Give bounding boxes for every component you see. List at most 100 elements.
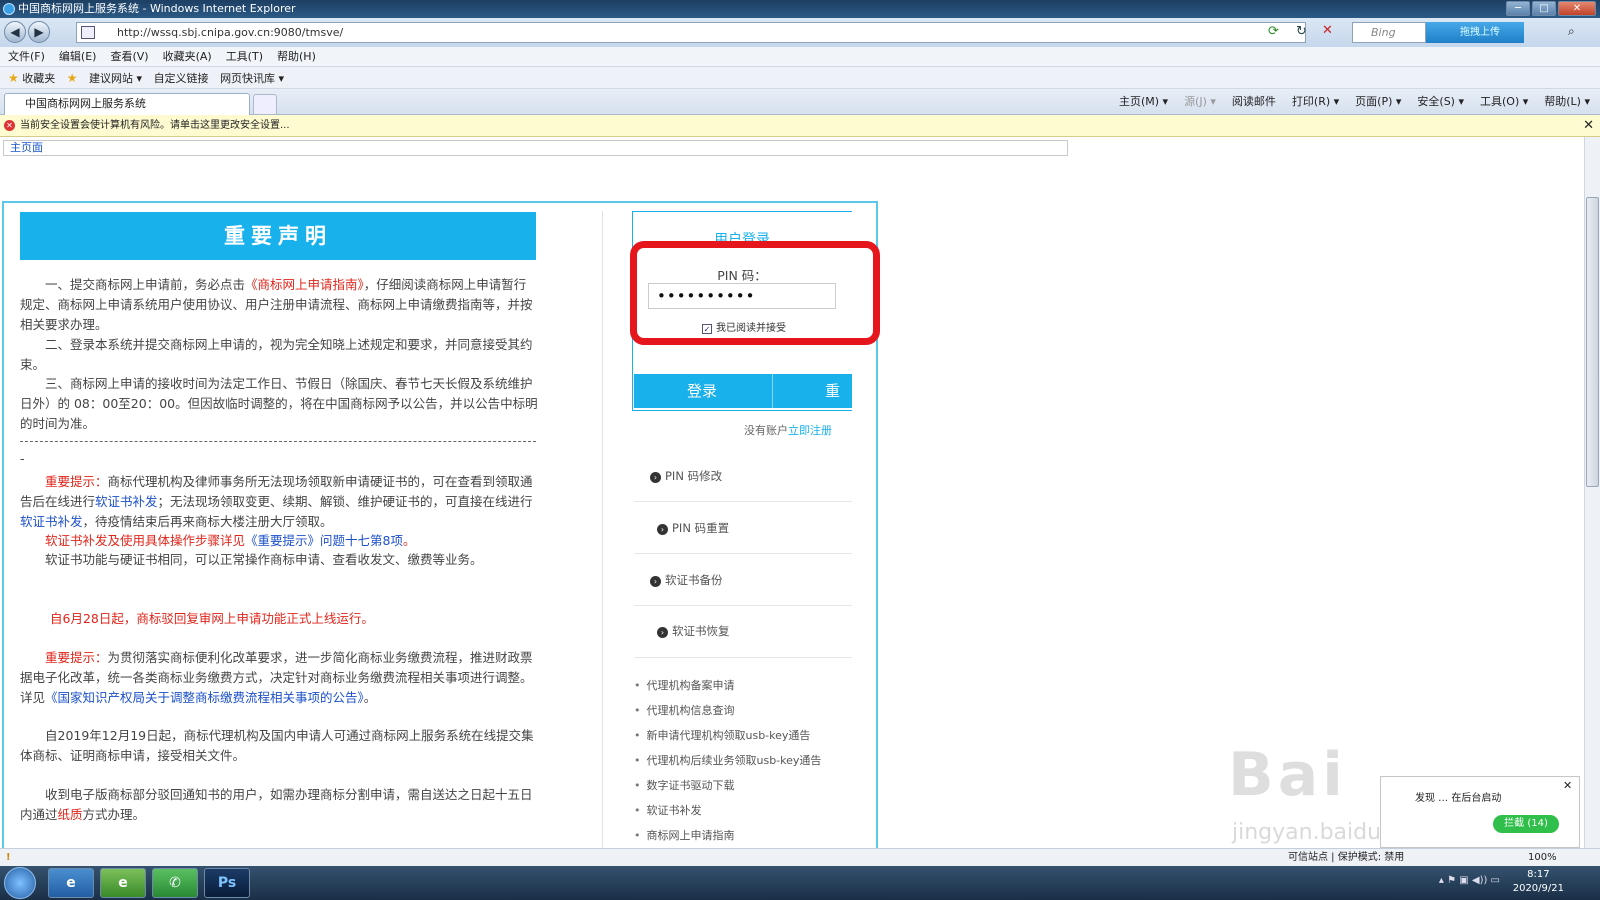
add-favorite-icon[interactable]: ★ bbox=[67, 67, 78, 90]
soft-cert-link-1[interactable]: 软证书补发 bbox=[95, 494, 158, 509]
soft-cert-backup-link[interactable]: › 软证书备份 bbox=[650, 572, 723, 588]
zoom-level[interactable]: 100% bbox=[1528, 849, 1557, 866]
menu-view[interactable]: 查看(V) bbox=[110, 47, 148, 66]
upload-button[interactable]: 拖拽上传 bbox=[1426, 22, 1524, 43]
checkbox-checked-icon: ✓ bbox=[702, 324, 712, 334]
new-tab-button[interactable] bbox=[253, 94, 277, 115]
clock-date: 2020/9/21 bbox=[1512, 883, 1564, 894]
link-cert-driver[interactable]: 数字证书驱动下载 bbox=[634, 777, 735, 793]
register-link[interactable]: 立即注册 bbox=[788, 424, 832, 437]
compat-icon[interactable]: ⟳ bbox=[1268, 24, 1279, 39]
browser-taskbar-icon[interactable]: e bbox=[100, 868, 146, 898]
window-title: 中国商标网网上服务系统 - Windows Internet Explorer bbox=[18, 2, 296, 15]
window-controls: ─ □ ✕ bbox=[1506, 1, 1596, 16]
stop-icon[interactable]: ✕ bbox=[1322, 23, 1333, 38]
menu-edit[interactable]: 编辑(E) bbox=[59, 47, 97, 66]
pin-input[interactable]: •••••••••• bbox=[648, 283, 836, 309]
favorites-button[interactable]: ★ 收藏夹 bbox=[8, 67, 55, 90]
search-input[interactable]: Bing bbox=[1352, 22, 1426, 43]
separator bbox=[634, 605, 852, 606]
tab-trademark[interactable]: 中国商标网网上服务系统 bbox=[4, 93, 250, 115]
system-tray[interactable]: ▴ ⚑ ▣ ◀)) ▭ bbox=[1439, 875, 1500, 886]
maximize-button[interactable]: □ bbox=[1532, 1, 1556, 16]
photoshop-taskbar-icon[interactable]: Ps bbox=[204, 868, 250, 898]
cmd-page[interactable]: 页面(P) ▾ bbox=[1355, 93, 1401, 111]
menu-file[interactable]: 文件(F) bbox=[8, 47, 45, 66]
cmd-mail[interactable]: 阅读邮件 bbox=[1232, 93, 1276, 111]
menu-favorites[interactable]: 收藏夹(A) bbox=[163, 47, 212, 66]
separator bbox=[634, 553, 852, 554]
fav-web-slice[interactable]: 网页快讯库 ▾ bbox=[220, 68, 284, 90]
link-soft-cert-reissue[interactable]: 软证书补发 bbox=[634, 802, 702, 818]
fav-suggested-sites[interactable]: 建议网站 ▾ bbox=[89, 68, 142, 90]
agree-checkbox[interactable]: ✓ 我已阅读并接受 bbox=[702, 319, 786, 334]
cmd-print[interactable]: 打印(R) ▾ bbox=[1292, 93, 1339, 111]
pin-label: PIN 码： bbox=[717, 268, 767, 283]
ie-taskbar-icon[interactable]: e bbox=[48, 868, 94, 898]
wechat-taskbar-icon[interactable]: ✆ bbox=[152, 868, 198, 898]
infobar-text: 当前安全设置会使计算机有风险。请单击这里更改安全设置... bbox=[20, 120, 290, 131]
minimize-button[interactable]: ─ bbox=[1506, 1, 1530, 16]
pin-change-link[interactable]: › PIN 码修改 bbox=[650, 468, 722, 484]
menu-help[interactable]: 帮助(H) bbox=[277, 47, 316, 66]
popup-text: 发现 … 在后台启动 bbox=[1415, 793, 1502, 804]
notice-para-5: 收到电子版商标部分驳回通知书的用户，如需办理商标分割申请，需自送达之日起十五日内… bbox=[20, 787, 533, 822]
fav-custom-links[interactable]: 自定义链接 bbox=[154, 68, 209, 90]
security-zone[interactable]: 可信站点 | 保护模式: 禁用 bbox=[1288, 849, 1404, 866]
status-warning-icon: ! bbox=[6, 852, 11, 863]
address-url: http://wssq.sbj.cnipa.gov.cn:9080/tmsve/ bbox=[117, 26, 344, 39]
main-panel: 重要声明 一、提交商标网上申请前，务必点击《商标网上申请指南》，仔细阅读商标网上… bbox=[2, 201, 880, 848]
soft-cert-link-2[interactable]: 软证书补发 bbox=[20, 514, 83, 529]
security-infobar[interactable]: ✕ 当前安全设置会使计算机有风险。请单击这里更改安全设置... ✕ bbox=[0, 115, 1600, 137]
menu-tools[interactable]: 工具(T) bbox=[226, 47, 263, 66]
close-window-button[interactable]: ✕ bbox=[1558, 1, 1596, 16]
upload-label: 拖拽上传 bbox=[1460, 27, 1500, 38]
address-bar[interactable]: http://wssq.sbj.cnipa.gov.cn:9080/tmsve/ bbox=[76, 22, 1306, 43]
link-followup-usbkey[interactable]: 代理机构后续业务领取usb-key通告 bbox=[634, 752, 822, 768]
tip-1: 重要提示：商标代理机构及律师事务所无法现场领取新申请硬证书的，可在查看到领取通告… bbox=[20, 474, 533, 529]
block-button[interactable]: 拦截 (14) bbox=[1493, 815, 1559, 833]
link-agency-filing[interactable]: 代理机构备案申请 bbox=[634, 677, 735, 693]
fee-announcement-link[interactable]: 《国家知识产权局关于调整商标缴费流程相关事项的公告》 bbox=[45, 690, 364, 705]
link-agency-query[interactable]: 代理机构信息查询 bbox=[634, 702, 735, 718]
search-icon[interactable]: ⌕ bbox=[1568, 24, 1575, 39]
chevron-right-icon: › bbox=[650, 576, 661, 587]
soft-cert-restore-link[interactable]: › 软证书恢复 bbox=[657, 623, 730, 639]
cmd-home[interactable]: 主页(M) ▾ bbox=[1119, 93, 1168, 111]
menu-bar: 文件(F) 编辑(E) 查看(V) 收藏夹(A) 工具(T) 帮助(H) bbox=[0, 47, 1600, 67]
search-placeholder: Bing bbox=[1371, 26, 1396, 39]
login-button[interactable]: 登录 bbox=[634, 374, 770, 408]
forward-button[interactable]: ▶ bbox=[28, 21, 50, 43]
separator bbox=[634, 657, 852, 658]
cmd-help[interactable]: 帮助(L) ▾ bbox=[1544, 93, 1590, 111]
dashed-divider bbox=[20, 441, 536, 442]
vertical-scrollbar[interactable] bbox=[1584, 137, 1600, 848]
no-account-row: 没有账户立即注册 bbox=[744, 424, 832, 437]
dash-tail: - bbox=[20, 451, 25, 466]
address-row: ◀ ▶ http://wssq.sbj.cnipa.gov.cn:9080/tm… bbox=[0, 18, 1600, 47]
guide-link[interactable]: 《商标网上申请指南》 bbox=[245, 277, 364, 292]
link-new-agency-usbkey[interactable]: 新申请代理机构领取usb-key通告 bbox=[634, 727, 811, 743]
link-online-guide[interactable]: 商标网上申请指南 bbox=[634, 827, 735, 843]
command-bar: 主页(M) ▾ 源(J) ▾ 阅读邮件 打印(R) ▾ 页面(P) ▾ 安全(S… bbox=[1119, 93, 1590, 111]
clock[interactable]: 8:17 2020/9/21 bbox=[1513, 868, 1564, 896]
back-button[interactable]: ◀ bbox=[4, 21, 26, 43]
chevron-right-icon: › bbox=[657, 627, 668, 638]
reset-button[interactable]: 重置 bbox=[772, 374, 852, 408]
warning-icon: ✕ bbox=[4, 120, 15, 131]
start-button[interactable] bbox=[4, 867, 36, 899]
notice-para-4: 自2019年12月19日起，商标代理机构及国内申请人可通过商标网上服务系统在线提… bbox=[20, 728, 534, 763]
infobar-close-icon[interactable]: ✕ bbox=[1583, 115, 1594, 137]
tip-1-detail: 软证书补发及使用具体操作步骤详见《重要提示》问题十七第8项。 bbox=[45, 533, 416, 548]
notice-para-1: 一、提交商标网上申请前，务必点击《商标网上申请指南》，仔细阅读商标网上申请暂行规… bbox=[20, 277, 533, 332]
refresh-icon[interactable]: ↻ bbox=[1296, 24, 1307, 39]
tip-17-link[interactable]: 《重要提示》问题十七第8项 bbox=[245, 533, 403, 548]
home-link[interactable]: 主页面 bbox=[10, 141, 43, 154]
popup-close-icon[interactable]: ✕ bbox=[1563, 779, 1572, 792]
cmd-safety[interactable]: 安全(S) ▾ bbox=[1417, 93, 1464, 111]
cmd-feeds[interactable]: 源(J) ▾ bbox=[1184, 93, 1216, 111]
cmd-tools[interactable]: 工具(O) ▾ bbox=[1480, 93, 1528, 111]
baidu-watermark: Bai bbox=[1228, 740, 1347, 810]
pin-reset-link[interactable]: › PIN 码重置 bbox=[657, 520, 729, 536]
scrollbar-thumb[interactable] bbox=[1586, 197, 1599, 487]
